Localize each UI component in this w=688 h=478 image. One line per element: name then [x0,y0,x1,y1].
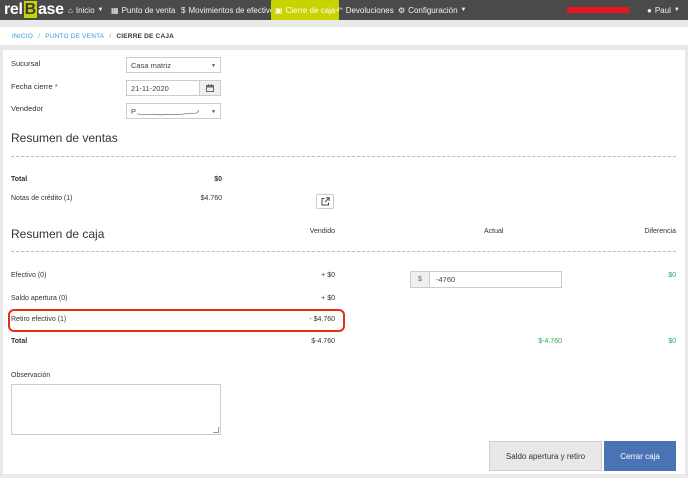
calendar-icon [206,84,214,92]
fecha-cierre-input[interactable]: 21-11-2020 [126,80,200,96]
divider [11,156,676,157]
col-vendido: Vendido [309,228,335,235]
user-menu[interactable]: ● Paul ▼ [647,0,680,20]
nav-cierre-de-caja[interactable]: ▣ Cierre de caja [271,0,340,20]
breadcrumb-punto-de-venta[interactable]: PUNTO DE VENTA [45,33,104,40]
caret-down-icon: ▼ [97,7,104,13]
saldo-apertura-label: Saldo apertura (0) [11,295,68,302]
nav-punto-de-venta[interactable]: ▦ Punto de venta [111,0,175,20]
user-icon: ● [647,5,652,15]
observacion-label: Observación [11,372,51,379]
cerrar-caja-button[interactable]: Cerrar caja [604,441,676,471]
notas-credito-label: Notas de crédito (1) [11,195,73,202]
resumen-caja-title: Resumen de caja [11,227,105,241]
vendedor-label: Vendedor [11,104,44,113]
caja-total-label: Total [11,338,28,345]
caja-total-vendido: $-4.760 [311,338,335,345]
nav-devoluciones[interactable]: ↶ Devoluciones [336,0,394,20]
resumen-ventas-title: Resumen de ventas [11,131,118,145]
fecha-cierre-label: Fecha cierre * [11,82,58,91]
col-diferencia: Diferencia [644,228,676,235]
gears-icon: ⚙ [398,5,406,15]
divider [11,251,676,252]
caret-down-icon: ▼ [460,7,467,13]
currency-addon: $ [410,271,430,288]
caret-down-icon: ▼ [211,109,216,115]
col-actual: Actual [484,228,504,235]
breadcrumb-inicio[interactable]: INICIO [12,33,33,40]
ventas-total-label: Total [11,176,28,183]
brand-logo[interactable]: rel Base [4,1,64,19]
nav-movimientos-efectivo[interactable]: $ Movimientos de efectivo [181,0,274,20]
calendar-button[interactable] [199,80,221,96]
undo-icon: ↶ [336,5,343,15]
sucursal-select[interactable]: Casa matriz ▼ [126,57,221,73]
saldo-apertura-retiro-button[interactable]: Saldo apertura y retiro [489,441,602,471]
caret-down-icon: ▼ [211,63,216,69]
efectivo-actual-input[interactable]: -4760 [429,271,562,288]
efectivo-label: Efectivo (0) [11,272,47,279]
redacted-bar [567,7,629,13]
efectivo-vendido: + $0 [321,272,335,279]
vendedor-select[interactable]: P ▼ [126,103,221,119]
notas-credito-value: $4.760 [200,195,222,202]
observacion-textarea[interactable] [11,384,221,435]
breadcrumb: INICIO / PUNTO DE VENTA / CIERRE DE CAJA [0,27,688,45]
calculator-icon: ▦ [111,5,119,15]
nav-configuracion[interactable]: ⚙ Configuración ▼ [398,0,467,20]
dollar-icon: $ [181,5,186,15]
caja-total-diferencia: $0 [668,338,676,345]
home-icon: ⌂ [68,5,73,15]
breadcrumb-current: CIERRE DE CAJA [116,32,175,40]
lock-icon: ▣ [275,5,283,15]
highlight-annotation [8,309,345,332]
caret-down-icon: ▼ [673,7,680,13]
sucursal-label: Sucursal [11,59,41,68]
caja-total-actual: $-4.760 [538,338,562,345]
redaction-scribble [137,110,199,116]
external-link-icon [321,197,330,206]
resize-handle-icon[interactable] [213,427,219,433]
saldo-apertura-vendido: + $0 [321,295,335,302]
top-navbar: rel Base ⌂ Inicio ▼ ▦ Punto de venta $ Mo… [0,0,688,20]
open-notas-button[interactable] [316,194,334,209]
nav-inicio[interactable]: ⌂ Inicio ▼ [68,0,103,20]
ventas-total-value: $0 [214,176,222,183]
efectivo-diferencia: $0 [668,272,676,279]
